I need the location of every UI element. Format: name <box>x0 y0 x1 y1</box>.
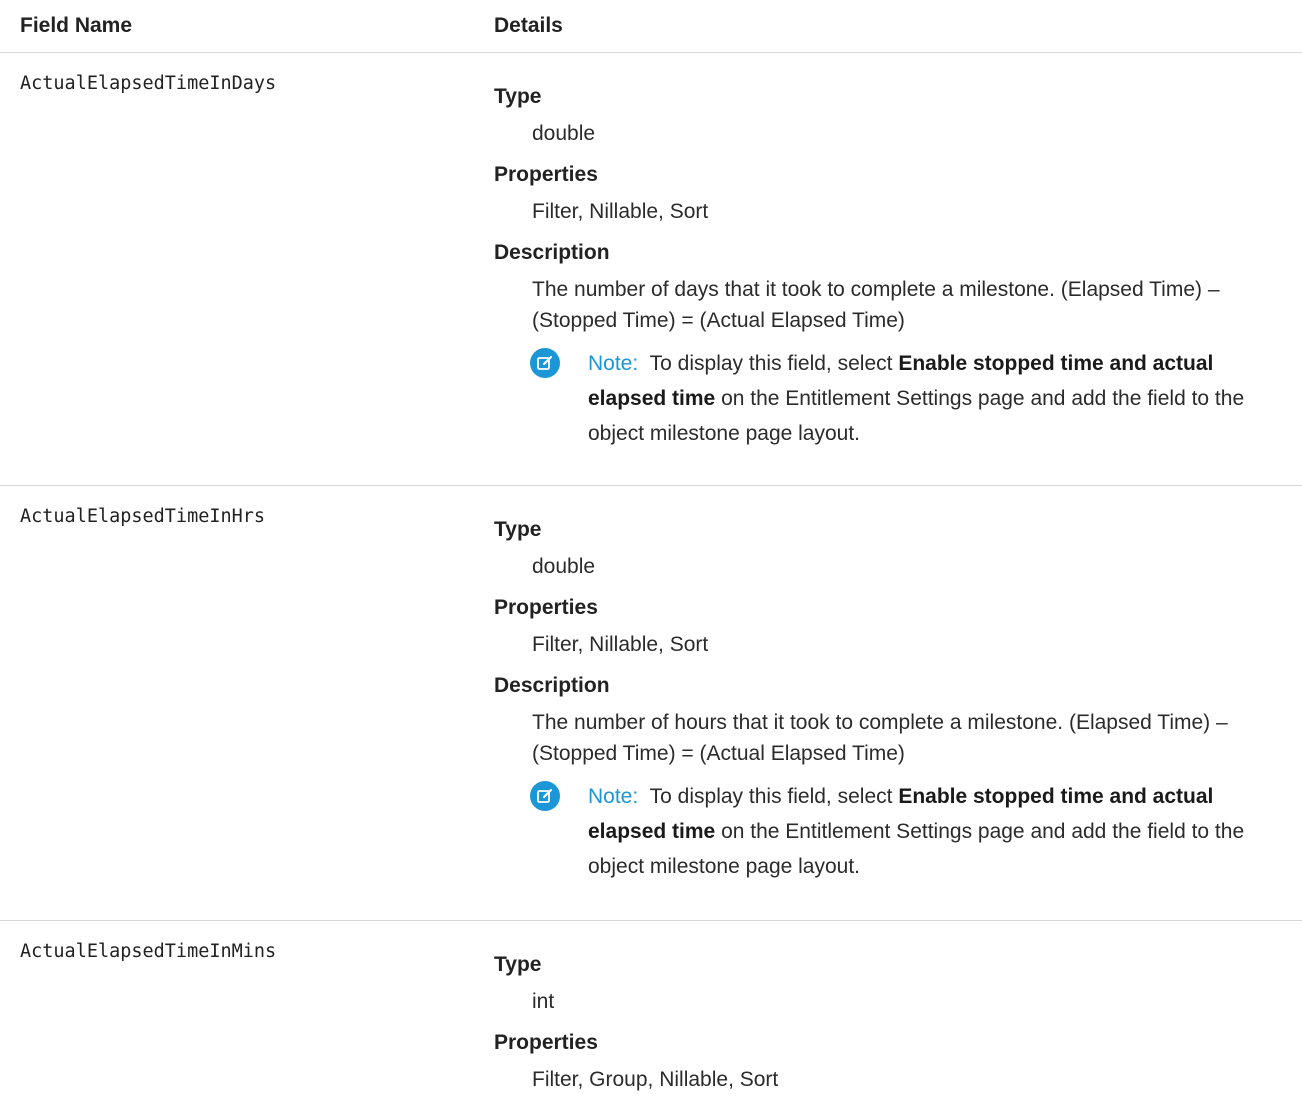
properties-label: Properties <box>494 163 598 186</box>
properties-value: Filter, Nillable, Sort <box>532 633 709 656</box>
field-name: ActualElapsedTimeInMins <box>20 941 277 962</box>
note-text-before: To display this field, select <box>649 352 893 375</box>
field-details: Type double Properties Filter, Nillable,… <box>474 486 1302 920</box>
properties-value: Filter, Nillable, Sort <box>532 200 709 223</box>
field-details: Type double Properties Filter, Nillable,… <box>474 53 1302 485</box>
type-value: double <box>532 122 596 145</box>
note-text: Note: To display this field, select Enab… <box>532 779 1286 884</box>
note-label: Note: <box>588 352 639 375</box>
description-value: The number of hours that it took to comp… <box>532 711 1228 765</box>
note-text: Note: To display this field, select Enab… <box>532 346 1286 451</box>
field-table: Field Name Details ActualElapsedTimeInDa… <box>0 0 1302 1109</box>
description-label: Description <box>494 241 610 264</box>
type-value: int <box>532 990 555 1013</box>
table-row: ActualElapsedTimeInHrs Type double Prope… <box>0 486 1302 921</box>
field-details: Type int Properties Filter, Group, Nilla… <box>474 921 1302 1109</box>
field-name-header: Field Name <box>20 14 133 37</box>
table-header: Field Name Details <box>0 0 1302 53</box>
type-label: Type <box>494 953 542 976</box>
edit-note-icon <box>530 781 560 811</box>
field-name: ActualElapsedTimeInHrs <box>20 506 266 527</box>
description-label: Description <box>494 674 610 697</box>
properties-label: Properties <box>494 596 598 619</box>
table-row: ActualElapsedTimeInMins Type int Propert… <box>0 921 1302 1109</box>
note-label: Note: <box>588 785 639 808</box>
properties-value: Filter, Group, Nillable, Sort <box>532 1068 779 1091</box>
edit-note-icon <box>530 348 560 378</box>
table-row: ActualElapsedTimeInDays Type double Prop… <box>0 53 1302 486</box>
type-label: Type <box>494 518 542 541</box>
note-text-before: To display this field, select <box>649 785 893 808</box>
note-callout: Note: To display this field, select Enab… <box>530 346 1286 451</box>
details-header: Details <box>494 14 563 37</box>
field-name: ActualElapsedTimeInDays <box>20 73 277 94</box>
note-callout: Note: To display this field, select Enab… <box>530 779 1286 884</box>
type-value: double <box>532 555 596 578</box>
type-label: Type <box>494 85 542 108</box>
description-value: The number of days that it took to compl… <box>532 278 1220 332</box>
properties-label: Properties <box>494 1031 598 1054</box>
